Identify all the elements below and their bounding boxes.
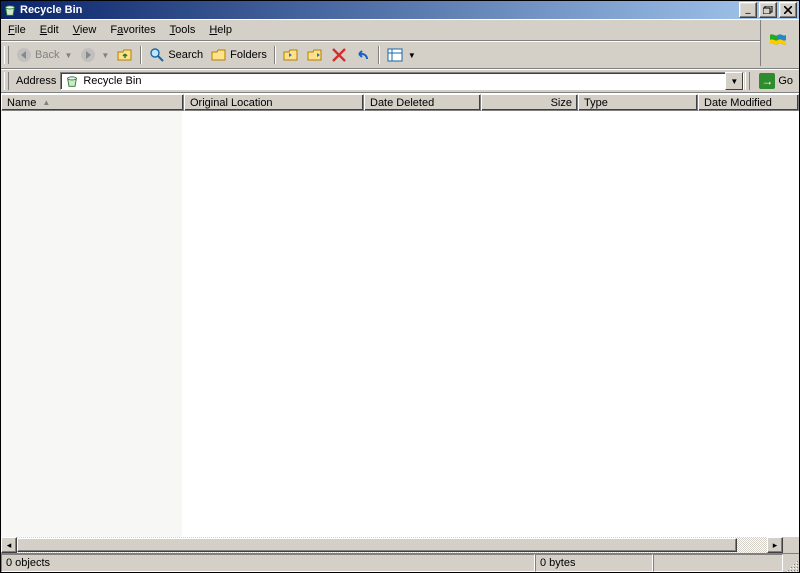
up-folder-icon xyxy=(117,47,133,63)
addressbar-grip[interactable] xyxy=(745,72,750,90)
forward-button[interactable]: ▼ xyxy=(76,44,113,66)
column-headers: Name ▲ Original Location Date Deleted Si… xyxy=(1,93,799,111)
address-dropdown-button[interactable]: ▼ xyxy=(725,72,743,90)
close-button[interactable] xyxy=(779,2,797,18)
toolbar-separator xyxy=(378,46,380,64)
column-type[interactable]: Type xyxy=(578,94,698,111)
column-date-modified[interactable]: Date Modified xyxy=(698,94,799,111)
status-bar: 0 objects 0 bytes xyxy=(1,553,799,572)
folders-icon xyxy=(211,47,227,63)
status-bytes: 0 bytes xyxy=(535,554,653,572)
menu-tools[interactable]: Tools xyxy=(163,22,203,38)
search-button[interactable]: Search xyxy=(145,44,207,66)
restore-button[interactable] xyxy=(759,2,777,18)
explorer-window: Recycle Bin _ File Edit View Favorites T… xyxy=(0,0,800,573)
sort-ascending-icon: ▲ xyxy=(42,98,50,107)
copy-to-button[interactable] xyxy=(303,44,327,66)
copy-to-icon xyxy=(307,47,323,63)
menu-favorites[interactable]: Favorites xyxy=(103,22,162,38)
status-zone xyxy=(653,554,783,572)
scrollbar-corner xyxy=(783,537,799,553)
address-value: Recycle Bin xyxy=(83,75,725,87)
delete-button[interactable] xyxy=(327,44,351,66)
address-field[interactable]: Recycle Bin ▼ xyxy=(60,72,744,90)
menu-edit[interactable]: Edit xyxy=(33,22,66,38)
toolbar-separator xyxy=(140,46,142,64)
column-original-location[interactable]: Original Location xyxy=(184,94,364,111)
undo-button[interactable] xyxy=(351,44,375,66)
chevron-down-icon: ▼ xyxy=(101,51,109,60)
menu-help[interactable]: Help xyxy=(202,22,239,38)
chevron-down-icon: ▼ xyxy=(64,51,72,60)
minimize-button[interactable]: _ xyxy=(739,2,757,18)
file-list[interactable] xyxy=(1,111,799,537)
up-button[interactable] xyxy=(113,44,137,66)
recycle-bin-icon xyxy=(3,3,17,17)
views-button[interactable]: ▼ xyxy=(383,44,420,66)
views-icon xyxy=(387,47,403,63)
resize-grip-icon[interactable] xyxy=(783,554,799,572)
folders-button[interactable]: Folders xyxy=(207,44,271,66)
forward-icon xyxy=(80,47,96,63)
toolbar: Back ▼ ▼ Search Folders xyxy=(1,41,799,69)
chevron-down-icon: ▼ xyxy=(408,51,416,60)
go-icon: → xyxy=(759,73,775,89)
horizontal-scrollbar[interactable]: ◂ ▸ xyxy=(1,537,799,553)
back-button[interactable]: Back ▼ xyxy=(12,44,76,66)
go-button[interactable]: → Go xyxy=(755,71,797,91)
back-icon xyxy=(16,47,32,63)
titlebar[interactable]: Recycle Bin _ xyxy=(1,1,799,19)
window-title: Recycle Bin xyxy=(20,4,737,16)
menu-file[interactable]: File xyxy=(1,22,33,38)
undo-icon xyxy=(355,47,371,63)
menu-view[interactable]: View xyxy=(66,22,104,38)
column-name[interactable]: Name ▲ xyxy=(1,94,184,111)
move-to-button[interactable] xyxy=(279,44,303,66)
address-label: Address xyxy=(12,75,60,87)
menubar: File Edit View Favorites Tools Help xyxy=(1,19,799,41)
toolbar-grip[interactable] xyxy=(4,46,9,64)
delete-icon xyxy=(331,47,347,63)
scrollbar-thumb[interactable] xyxy=(17,538,737,552)
move-to-icon xyxy=(283,47,299,63)
scrollbar-track[interactable] xyxy=(17,537,767,553)
toolbar-separator xyxy=(274,46,276,64)
scroll-left-button[interactable]: ◂ xyxy=(1,537,17,553)
left-gutter xyxy=(1,111,182,537)
scroll-right-button[interactable]: ▸ xyxy=(767,537,783,553)
search-icon xyxy=(149,47,165,63)
recycle-bin-icon xyxy=(64,73,80,89)
address-bar: Address Recycle Bin ▼ → Go xyxy=(1,69,799,93)
column-date-deleted[interactable]: Date Deleted xyxy=(364,94,481,111)
column-size[interactable]: Size xyxy=(481,94,578,111)
status-objects: 0 objects xyxy=(1,554,535,572)
addressbar-grip[interactable] xyxy=(4,72,9,90)
throbber-flag-icon xyxy=(760,20,799,66)
